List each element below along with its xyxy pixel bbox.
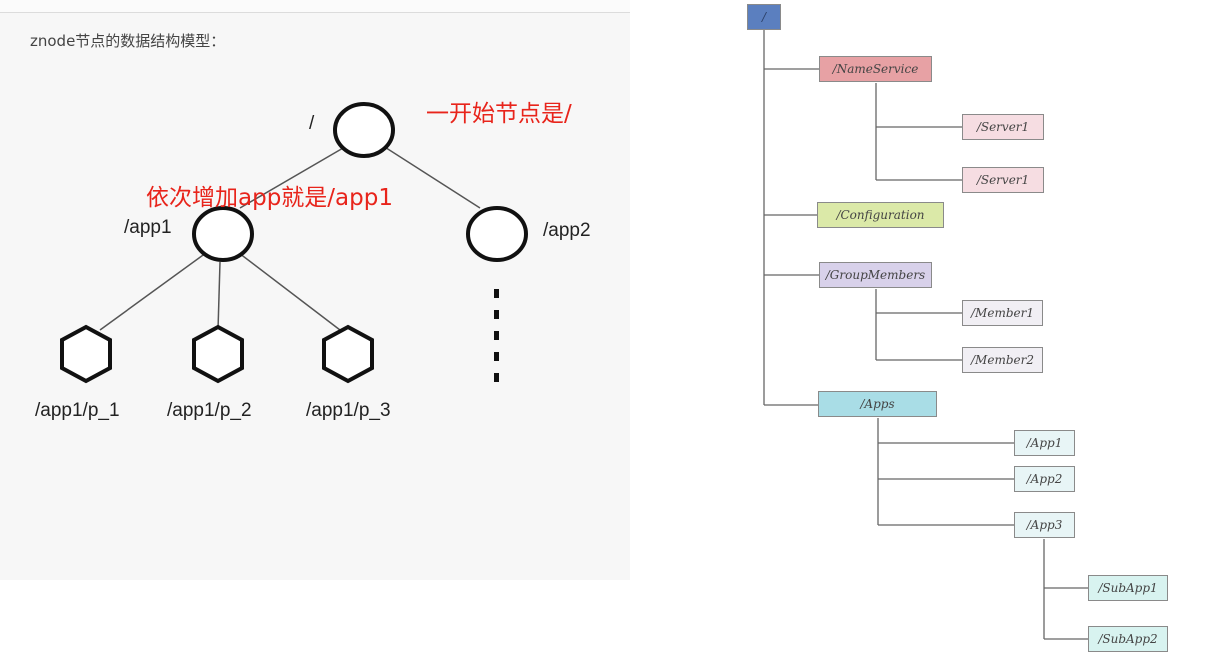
ns-member2-node: /Member2	[962, 347, 1043, 373]
ns-app3-node: /App3	[1014, 512, 1075, 538]
ns-app2-node: /App2	[1014, 466, 1075, 492]
ns-configuration-node: /Configuration	[817, 202, 944, 228]
ns-member1-node: /Member1	[962, 300, 1043, 326]
ns-subapp1-node: /SubApp1	[1088, 575, 1168, 601]
ns-apps-node: /Apps	[818, 391, 937, 417]
ns-server-node-1: /Server1	[962, 114, 1044, 140]
ns-server-node-2: /Server1	[962, 167, 1044, 193]
ns-root-node: /	[747, 4, 781, 30]
namespace-tree-connectors	[763, 30, 1088, 640]
ns-subapp2-node: /SubApp2	[1088, 626, 1168, 652]
ns-nameservice-node: /NameService	[819, 56, 932, 82]
ns-groupmembers-node: /GroupMembers	[819, 262, 932, 288]
ns-app1-node: /App1	[1014, 430, 1075, 456]
